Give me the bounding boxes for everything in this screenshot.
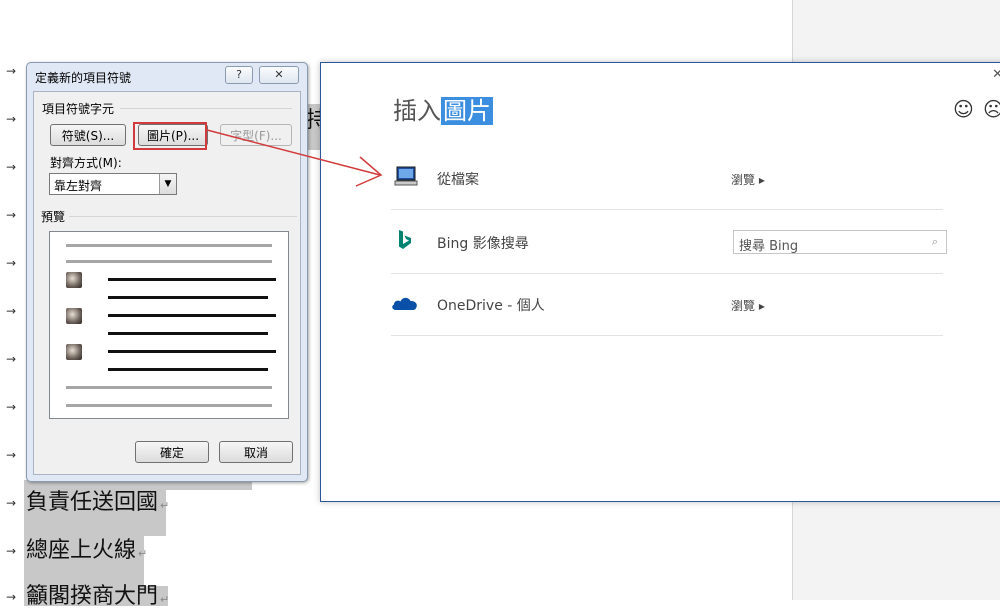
document-line[interactable]: 籲閣揆商大門 ↵	[26, 582, 169, 615]
preview-line	[108, 368, 268, 371]
preview-line	[66, 404, 272, 407]
bing-icon	[399, 230, 411, 249]
partial-character: 持	[306, 108, 320, 133]
preview-line	[108, 332, 268, 335]
preview-line	[66, 260, 272, 263]
smile-icon[interactable]: ☺	[953, 97, 974, 121]
alignment-label: 對齊方式(M):	[50, 156, 122, 170]
help-button[interactable]: ?	[225, 66, 253, 84]
picture-bullet-icon	[66, 308, 82, 324]
picture-button-highlight	[133, 122, 207, 150]
alignment-value: 靠左對齊	[54, 179, 103, 193]
frown-icon[interactable]: ☹	[983, 97, 1000, 121]
row-divider	[391, 209, 943, 210]
browse-onedrive-link[interactable]: 瀏覽 ▸	[731, 297, 765, 314]
bullet-arrow: →	[6, 544, 17, 558]
close-button[interactable]: ✕	[259, 66, 299, 84]
group-divider	[120, 108, 292, 109]
picture-bullet-icon	[66, 272, 82, 288]
preview-line	[108, 296, 268, 299]
bullet-arrow: →	[6, 448, 17, 462]
row-divider	[391, 335, 943, 336]
bullet-arrow: →	[6, 352, 17, 366]
bullet-arrow: →	[6, 496, 17, 510]
browse-file-link[interactable]: 瀏覽 ▸	[731, 171, 765, 188]
alignment-select[interactable]: 靠左對齊 ▼	[49, 173, 177, 195]
bing-search-input[interactable]: 搜尋 Bing ⌕	[733, 230, 947, 254]
ok-button[interactable]: 確定	[135, 441, 209, 463]
bing-search-label: Bing 影像搜尋	[437, 236, 529, 252]
bullet-arrow: →	[6, 256, 17, 270]
close-icon[interactable]: ✕	[992, 67, 1000, 82]
bullet-arrow: →	[6, 160, 17, 174]
chevron-down-icon[interactable]: ▼	[159, 174, 176, 194]
insert-pictures-panel: 插入圖片 ✕ ☺ ☹ 從檔案 瀏覽 ▸ Bing 影像搜尋 搜尋 Bing ⌕ …	[320, 62, 1000, 502]
row-divider	[391, 273, 943, 274]
preview-line	[108, 278, 276, 281]
search-placeholder: 搜尋 Bing	[739, 239, 799, 254]
preview-line	[108, 350, 276, 353]
document-line[interactable]: 負責任送回國 ↵	[26, 488, 169, 521]
preview-label: 預覽	[41, 210, 66, 224]
document-line[interactable]: 總座上火線 ↵	[26, 536, 147, 569]
search-icon[interactable]: ⌕	[932, 235, 938, 249]
bullet-preview	[49, 231, 289, 419]
computer-icon	[394, 166, 418, 186]
symbol-button[interactable]: 符號(S)...	[50, 124, 126, 146]
preview-divider	[69, 216, 297, 217]
onedrive-icon	[392, 297, 417, 310]
font-button[interactable]: 字型(F)...	[220, 124, 292, 146]
cancel-button[interactable]: 取消	[219, 441, 293, 463]
preview-line	[66, 244, 272, 247]
onedrive-label[interactable]: OneDrive - 個人	[437, 295, 545, 315]
preview-line	[108, 314, 276, 317]
bullet-arrow: →	[6, 304, 17, 318]
bullet-arrow: →	[6, 112, 17, 126]
preview-line	[66, 386, 272, 389]
picture-bullet-icon	[66, 344, 82, 360]
bullet-arrow: →	[6, 208, 17, 222]
bullet-arrow: →	[6, 64, 17, 78]
dialog-title: 定義新的項目符號	[35, 71, 132, 85]
bullet-arrow: →	[6, 590, 17, 604]
bullet-character-group-label: 項目符號字元	[42, 102, 115, 116]
bullet-arrow: →	[6, 400, 17, 414]
from-file-label[interactable]: 從檔案	[437, 169, 479, 189]
panel-title: 插入圖片	[393, 97, 493, 125]
